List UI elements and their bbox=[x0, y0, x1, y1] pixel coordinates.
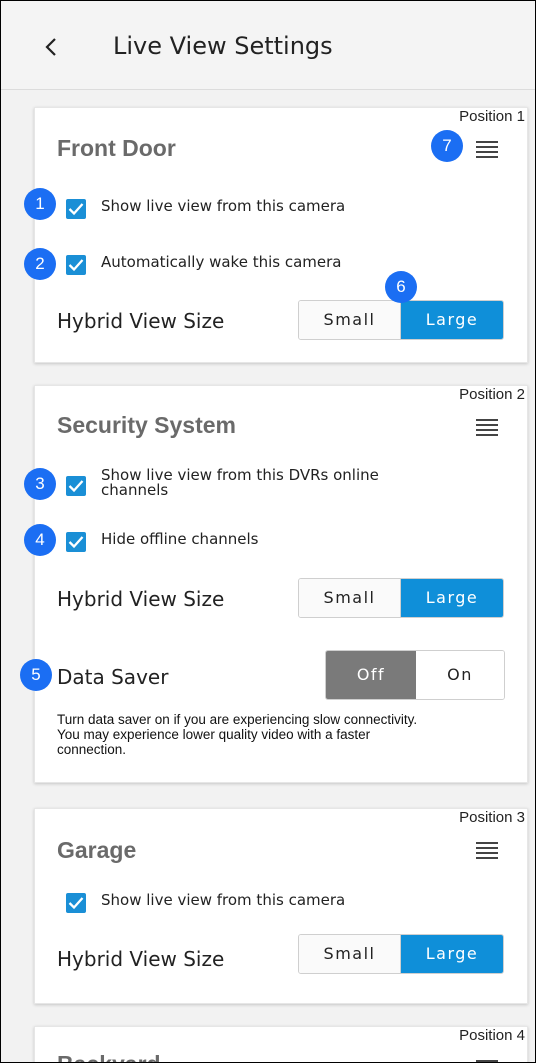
app-bar: Live View Settings bbox=[1, 1, 535, 90]
annotation-badge-4: 4 bbox=[24, 524, 56, 556]
check-icon bbox=[68, 203, 84, 216]
drag-handle-icon[interactable] bbox=[476, 842, 498, 859]
position-label: Position 3 bbox=[459, 809, 525, 826]
chevron-left-icon bbox=[45, 38, 56, 56]
large-option-button[interactable]: Large bbox=[401, 935, 503, 973]
show-live-view-checkbox[interactable] bbox=[66, 893, 86, 913]
help-line: connection. bbox=[57, 742, 127, 757]
camera-card-security-system: Position 2 Security System Show live vie… bbox=[34, 385, 528, 783]
annotation-badge-6: 6 bbox=[385, 271, 417, 303]
checkbox-label-line2: channels bbox=[101, 481, 169, 499]
position-label: Position 2 bbox=[459, 386, 525, 403]
data-saver-help-text: Turn data saver on if you are experienci… bbox=[57, 712, 517, 757]
data-saver-toggle: Off On bbox=[325, 650, 505, 700]
annotation-badge-7: 7 bbox=[431, 130, 463, 162]
drag-handle-icon[interactable] bbox=[476, 419, 498, 436]
checkbox-label: Hide offline channels bbox=[101, 530, 259, 548]
hide-offline-checkbox[interactable] bbox=[66, 532, 86, 552]
position-label: Position 1 bbox=[459, 108, 525, 125]
help-line: You may experience lower quality video w… bbox=[57, 727, 371, 742]
checkbox-label: Automatically wake this camera bbox=[101, 253, 342, 271]
annotation-badge-5: 5 bbox=[20, 659, 52, 691]
camera-name: Backyard bbox=[57, 1051, 161, 1062]
hybrid-view-size-toggle: Small Large bbox=[298, 578, 504, 618]
small-option-button[interactable]: Small bbox=[299, 301, 401, 339]
large-option-button[interactable]: Large bbox=[401, 579, 503, 617]
help-line: Turn data saver on if you are experienci… bbox=[57, 712, 418, 727]
hybrid-view-size-label: Hybrid View Size bbox=[57, 587, 225, 611]
checkbox-label: Show live view from this camera bbox=[101, 197, 346, 215]
data-saver-on-button[interactable]: On bbox=[416, 651, 504, 699]
camera-name: Security System bbox=[57, 412, 236, 438]
show-dvr-channels-checkbox[interactable] bbox=[66, 476, 86, 496]
hybrid-view-size-toggle: Small Large bbox=[298, 934, 504, 974]
screen: Live View Settings Position 1 Front Door… bbox=[0, 0, 536, 1063]
annotation-badge-2: 2 bbox=[24, 248, 56, 280]
camera-card-garage: Position 3 Garage Show live view from th… bbox=[34, 808, 528, 1004]
hybrid-view-size-label: Hybrid View Size bbox=[57, 947, 225, 971]
small-option-button[interactable]: Small bbox=[299, 935, 401, 973]
hybrid-view-size-toggle: Small Large bbox=[298, 300, 504, 340]
back-button[interactable] bbox=[37, 31, 65, 63]
position-label: Position 4 bbox=[459, 1027, 525, 1044]
annotation-badge-1: 1 bbox=[24, 188, 56, 220]
checkbox-label: Show live view from this camera bbox=[101, 891, 346, 909]
small-option-button[interactable]: Small bbox=[299, 579, 401, 617]
annotation-badge-3: 3 bbox=[24, 468, 56, 500]
large-option-button[interactable]: Large bbox=[401, 301, 503, 339]
page-title: Live View Settings bbox=[113, 32, 333, 60]
check-icon bbox=[68, 480, 84, 493]
drag-handle-icon[interactable] bbox=[476, 141, 498, 158]
auto-wake-checkbox[interactable] bbox=[66, 255, 86, 275]
data-saver-label: Data Saver bbox=[57, 665, 169, 689]
check-icon bbox=[68, 259, 84, 272]
hybrid-view-size-label: Hybrid View Size bbox=[57, 309, 225, 333]
show-live-view-checkbox[interactable] bbox=[66, 199, 86, 219]
camera-name: Front Door bbox=[57, 135, 176, 161]
checkbox-label: Show live view from this DVRs online cha… bbox=[101, 468, 379, 498]
check-icon bbox=[68, 536, 84, 549]
check-icon bbox=[68, 897, 84, 910]
data-saver-off-button[interactable]: Off bbox=[326, 651, 416, 699]
camera-card-backyard: Position 4 Backyard bbox=[34, 1026, 528, 1062]
camera-name: Garage bbox=[57, 837, 137, 863]
